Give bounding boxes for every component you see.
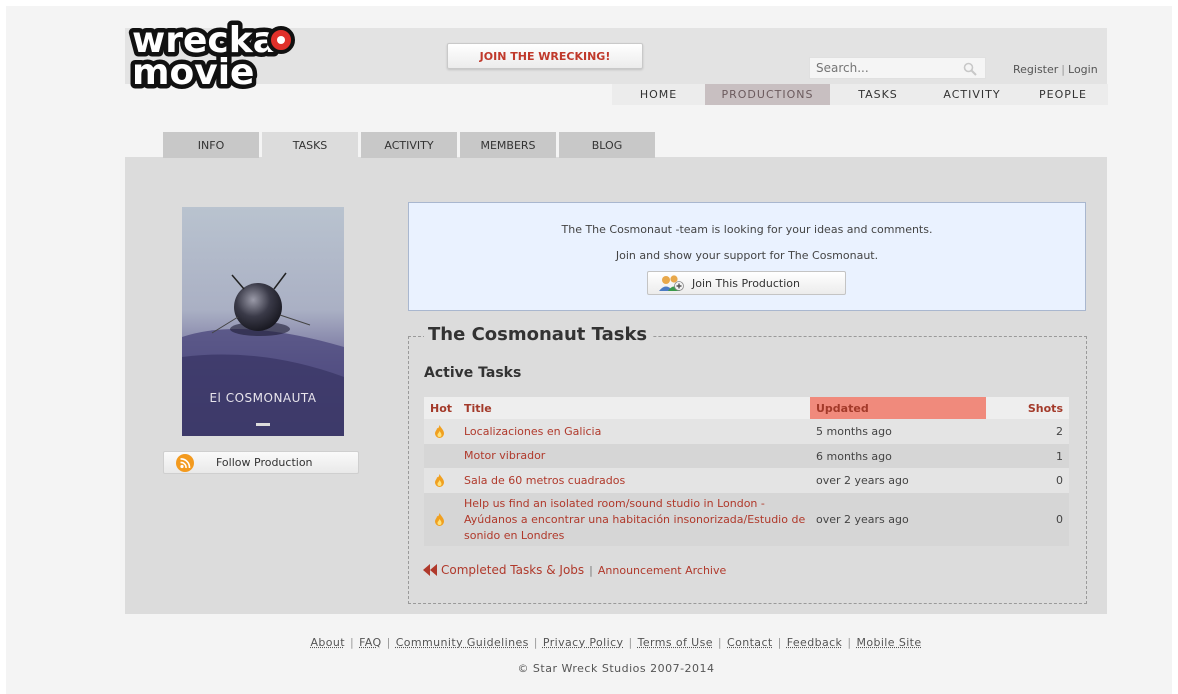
search-icon[interactable] xyxy=(963,62,977,76)
tab-info[interactable]: INFO xyxy=(163,132,259,158)
tab-blog[interactable]: BLOG xyxy=(559,132,655,158)
nav-home[interactable]: HOME xyxy=(612,84,705,105)
register-link[interactable]: Register xyxy=(1013,63,1058,76)
completed-separator: | xyxy=(589,564,593,577)
footer-separator: | xyxy=(534,636,538,649)
hot-cell xyxy=(424,419,460,444)
table-row: Motor vibrador 6 months ago 1 xyxy=(424,444,1069,468)
auth-separator: | xyxy=(1061,63,1065,76)
search-box[interactable] xyxy=(809,57,986,79)
logo-red-o-center xyxy=(277,36,285,44)
footer-separator: | xyxy=(350,636,354,649)
production-tabs: INFO TASKS ACTIVITY MEMBERS BLOG xyxy=(163,132,658,158)
table-row: Help us find an isolated room/sound stud… xyxy=(424,493,1069,546)
column-updated[interactable]: Updated xyxy=(810,397,986,419)
footer-mobile-link[interactable]: Mobile Site xyxy=(856,636,921,649)
tasks-table-header: Hot Title Updated Shots xyxy=(424,397,1069,419)
nav-productions[interactable]: PRODUCTIONS xyxy=(705,84,830,105)
task-shots: 0 xyxy=(986,493,1069,546)
auth-links: Register | Login xyxy=(1013,63,1098,76)
tasks-title: The Cosmonaut Tasks xyxy=(424,324,653,345)
task-title-link[interactable]: Localizaciones en Galicia xyxy=(460,419,810,444)
follow-production-label: Follow Production xyxy=(216,456,313,469)
search-input[interactable] xyxy=(816,61,956,75)
rss-icon xyxy=(176,454,194,472)
footer-privacy-link[interactable]: Privacy Policy xyxy=(543,636,624,649)
hot-cell xyxy=(424,444,460,468)
login-link[interactable]: Login xyxy=(1068,63,1098,76)
table-row: Sala de 60 metros cuadrados over 2 years… xyxy=(424,468,1069,493)
logo-bottom-text: movie xyxy=(132,52,254,93)
copyright: © Star Wreck Studios 2007-2014 xyxy=(0,662,1178,675)
support-invite: Join and show your support for The Cosmo… xyxy=(409,249,1085,262)
flame-icon xyxy=(434,425,445,438)
production-poster[interactable]: El COSMONAUTA xyxy=(182,207,344,436)
nav-activity[interactable]: ACTIVITY xyxy=(926,84,1018,105)
task-shots: 0 xyxy=(986,468,1069,493)
tab-activity[interactable]: ACTIVITY xyxy=(361,132,457,158)
double-chevron-left-icon xyxy=(423,564,439,576)
task-updated: over 2 years ago xyxy=(810,493,986,546)
task-updated: 5 months ago xyxy=(810,419,986,444)
task-title-link[interactable]: Sala de 60 metros cuadrados xyxy=(460,468,810,493)
join-production-label: Join This Production xyxy=(692,277,800,290)
nav-tasks[interactable]: TASKS xyxy=(830,84,926,105)
table-row: Localizaciones en Galicia 5 months ago 2 xyxy=(424,419,1069,444)
task-updated: 6 months ago xyxy=(810,444,986,468)
footer-separator: | xyxy=(387,636,391,649)
announcement-archive-link[interactable]: Announcement Archive xyxy=(598,564,726,577)
footer-terms-link[interactable]: Terms of Use xyxy=(638,636,713,649)
hot-cell xyxy=(424,468,460,493)
task-shots: 2 xyxy=(986,419,1069,444)
support-message: The The Cosmonaut -team is looking for y… xyxy=(409,223,1085,236)
footer-about-link[interactable]: About xyxy=(310,636,345,649)
tasks-table: Hot Title Updated Shots Localizaciones e… xyxy=(424,397,1069,546)
main-nav: HOME PRODUCTIONS TASKS ACTIVITY PEOPLE xyxy=(612,84,1108,105)
task-title-link[interactable]: Help us find an isolated room/sound stud… xyxy=(460,493,810,546)
hot-cell xyxy=(424,493,460,546)
task-updated: over 2 years ago xyxy=(810,468,986,493)
footer-feedback-link[interactable]: Feedback xyxy=(787,636,843,649)
follow-production-button[interactable]: Follow Production xyxy=(163,451,359,474)
footer-separator: | xyxy=(847,636,851,649)
join-the-wrecking-button[interactable]: JOIN THE WRECKING! xyxy=(447,43,643,69)
footer-guidelines-link[interactable]: Community Guidelines xyxy=(396,636,529,649)
poster-title: El COSMONAUTA xyxy=(182,391,344,405)
column-title[interactable]: Title xyxy=(460,397,810,419)
join-production-button[interactable]: Join This Production xyxy=(647,271,846,295)
tab-tasks[interactable]: TASKS xyxy=(262,132,358,158)
active-tasks-heading: Active Tasks xyxy=(424,365,521,381)
nav-people[interactable]: PEOPLE xyxy=(1018,84,1108,105)
footer-faq-link[interactable]: FAQ xyxy=(359,636,382,649)
completed-tasks-link[interactable]: Completed Tasks & Jobs xyxy=(441,563,584,577)
support-box: The The Cosmonaut -team is looking for y… xyxy=(408,202,1086,311)
footer-separator: | xyxy=(718,636,722,649)
task-shots: 1 xyxy=(986,444,1069,468)
footer-separator: | xyxy=(628,636,632,649)
footer-contact-link[interactable]: Contact xyxy=(727,636,773,649)
footer-links: About | FAQ | Community Guidelines | Privacy P… xyxy=(0,636,1178,649)
column-hot[interactable]: Hot xyxy=(424,397,460,419)
tab-members[interactable]: MEMBERS xyxy=(460,132,556,158)
wreckamovie-logo[interactable]: wrecka movie xyxy=(126,18,306,96)
flame-icon xyxy=(434,474,445,487)
task-title-link[interactable]: Motor vibrador xyxy=(460,444,810,468)
column-shots[interactable]: Shots xyxy=(986,397,1069,419)
people-add-icon xyxy=(658,274,684,292)
completed-links: Completed Tasks & Jobs | Announcement Ar… xyxy=(423,563,726,577)
footer-separator: | xyxy=(778,636,782,649)
flame-icon xyxy=(434,513,445,526)
